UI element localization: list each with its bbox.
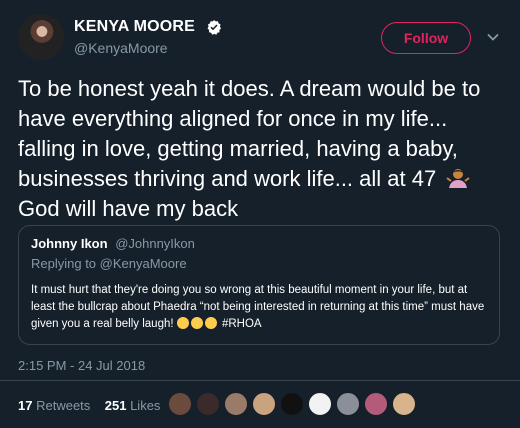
likes-stat[interactable]: 251 Likes	[105, 398, 161, 413]
liker-avatars	[168, 392, 416, 416]
liker-avatar[interactable]	[392, 392, 416, 416]
quoted-hashtag[interactable]: #RHOA	[222, 318, 262, 330]
verified-badge-icon	[207, 19, 221, 35]
liker-avatar[interactable]	[252, 392, 276, 416]
liker-avatar[interactable]	[168, 392, 192, 416]
author-handle[interactable]: @KenyaMoore	[74, 40, 168, 56]
likes-label: Likes	[130, 398, 161, 413]
likes-count: 251	[104, 398, 127, 413]
tweet-text-end: God will have my back	[18, 196, 239, 221]
quoted-author[interactable]: Johnny Ikon @JohnnyIkon	[31, 236, 195, 251]
tweet-text-main: To be honest yeah it does. A dream would…	[18, 76, 481, 191]
liker-avatar[interactable]	[364, 392, 388, 416]
retweets-label: Retweets	[36, 398, 91, 413]
chevron-down-icon[interactable]	[486, 30, 500, 44]
liker-avatar[interactable]	[308, 392, 332, 416]
author-avatar[interactable]	[18, 14, 64, 60]
divider	[0, 380, 520, 381]
tweet-stats: 17 Retweets 251 Likes	[18, 398, 160, 413]
follow-button[interactable]: Follow	[381, 22, 471, 54]
liker-avatar[interactable]	[196, 392, 220, 416]
liker-avatar[interactable]	[224, 392, 248, 416]
tweet-timestamp[interactable]: 2:15 PM - 24 Jul 2018	[18, 358, 145, 373]
laughing-emoji-icon	[176, 317, 219, 330]
person-shrugging-emoji-icon	[446, 169, 470, 188]
quoted-author-handle[interactable]: @JohnnyIkon	[115, 236, 195, 251]
quoted-tweet[interactable]: Johnny Ikon @JohnnyIkon Replying to @Ken…	[18, 225, 500, 345]
liker-avatar[interactable]	[336, 392, 360, 416]
liker-avatar[interactable]	[280, 392, 304, 416]
author-name-row[interactable]: KENYA MOORE	[74, 18, 222, 36]
tweet-card: KENYA MOORE @KenyaMoore Follow To be hon…	[0, 0, 520, 428]
tweet-text: To be honest yeah it does. A dream would…	[18, 74, 506, 224]
retweets-stat[interactable]: 17 Retweets	[18, 398, 90, 413]
quoted-text: It must hurt that they're doing you so w…	[31, 282, 491, 333]
retweets-count: 17	[18, 398, 33, 413]
quoted-author-name[interactable]: Johnny Ikon	[31, 236, 108, 251]
quoted-replying-to[interactable]: Replying to @KenyaMoore	[31, 256, 187, 271]
author-name[interactable]: KENYA MOORE	[74, 18, 195, 35]
